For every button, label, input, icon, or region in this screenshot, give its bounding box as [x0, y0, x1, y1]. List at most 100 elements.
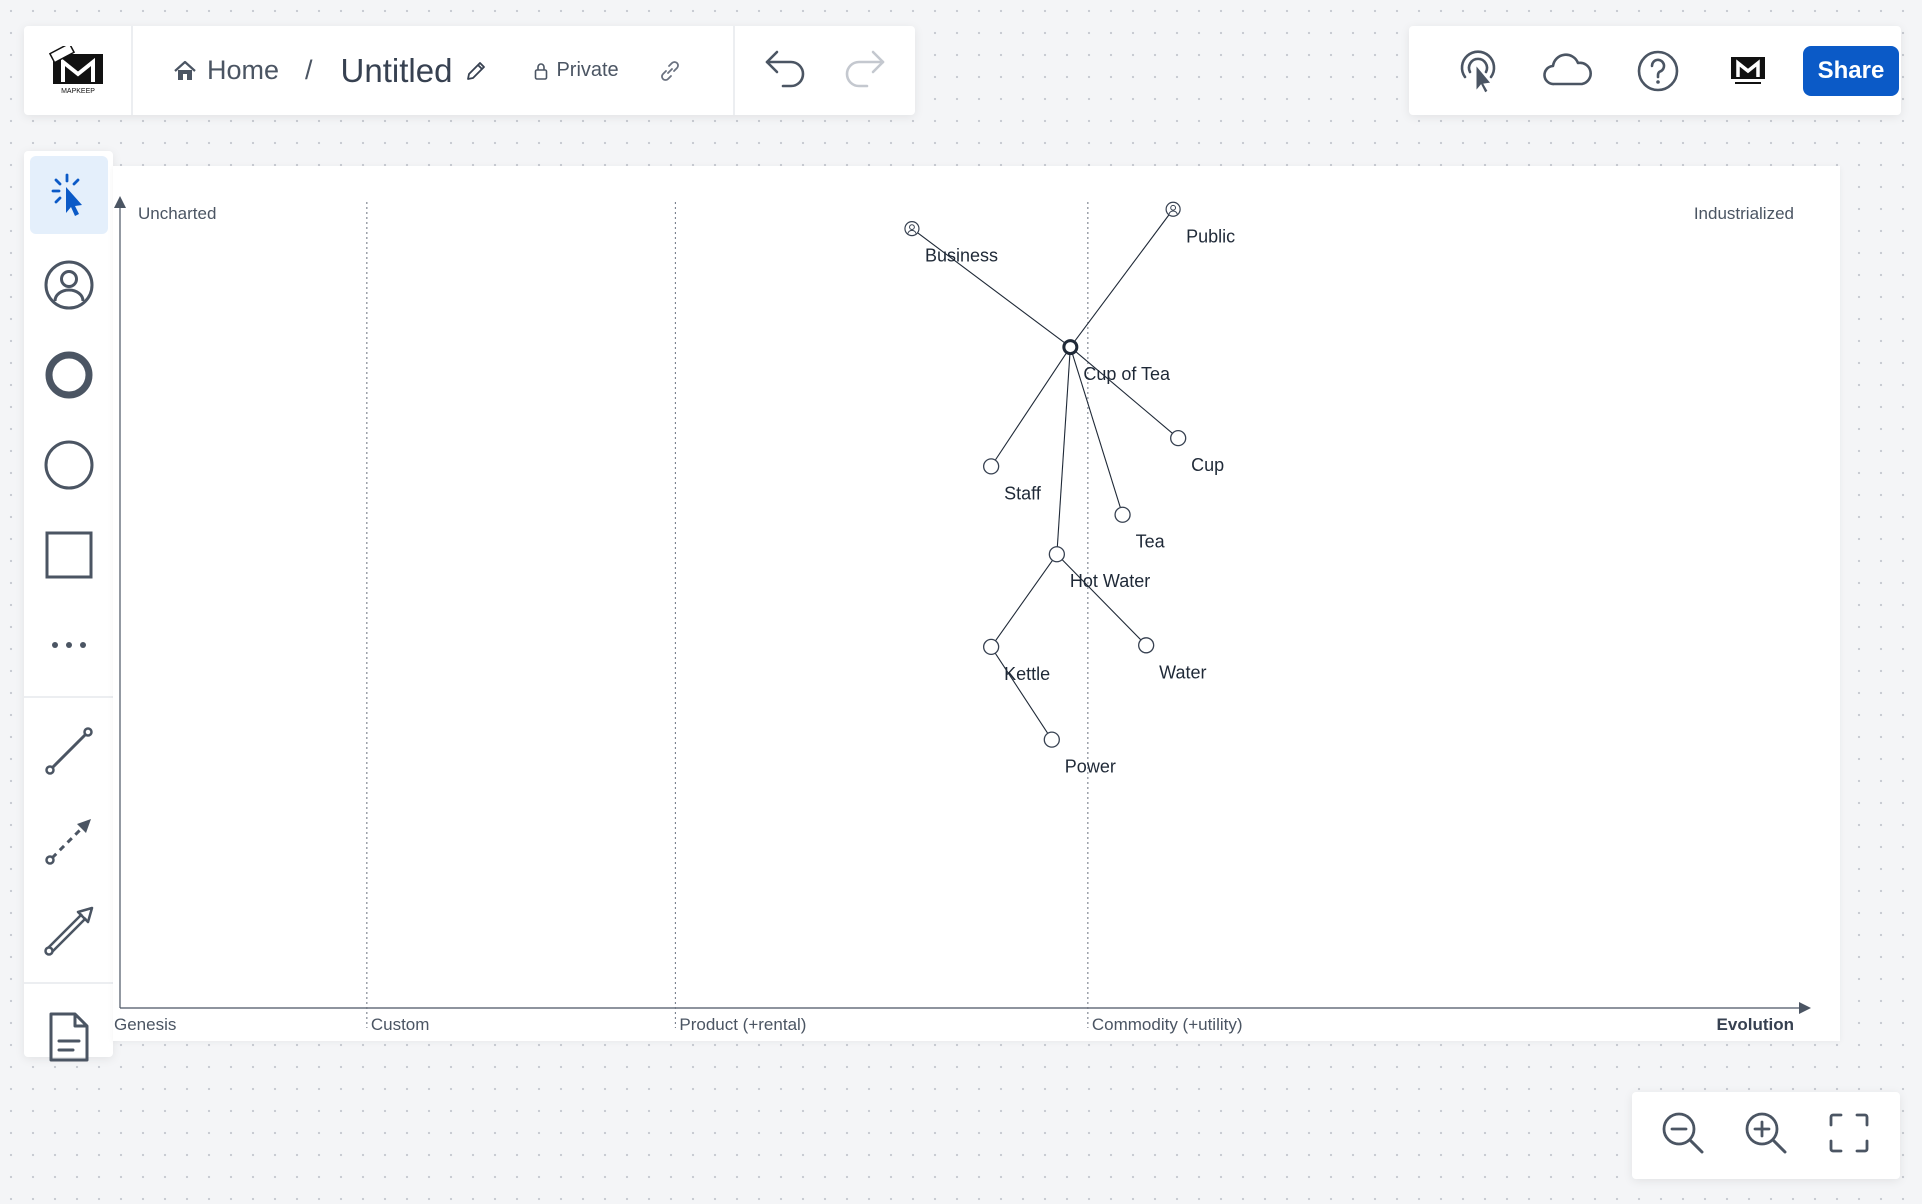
tool-divider [24, 696, 113, 698]
dependency-link [1069, 208, 1174, 348]
component-node [1114, 506, 1131, 523]
component-label: Public [1186, 226, 1235, 246]
stage-label: Custom [371, 1015, 430, 1034]
visibility-toggle[interactable]: Private [534, 59, 619, 82]
map-svg[interactable]: Genesis Custom Product (+rental) Commodity … [113, 166, 1840, 1041]
component-label: Cup of Tea [1083, 364, 1171, 384]
component-label: Business [925, 246, 998, 266]
user-node-icon [1165, 201, 1181, 217]
component-node [1048, 546, 1066, 563]
visibility-label: Private [556, 59, 619, 81]
share-button[interactable]: Share [1803, 45, 1899, 96]
more-dots-icon [51, 642, 86, 648]
top-right-toolbar: Share [1409, 26, 1901, 115]
redo-button[interactable] [841, 46, 887, 95]
link-icon [660, 60, 679, 81]
component-node [1043, 731, 1060, 748]
breadcrumb: Home / Untitled Private [133, 26, 735, 115]
undo-icon [765, 50, 805, 88]
pipeline-tool[interactable] [30, 892, 108, 970]
more-tools-button[interactable] [30, 606, 108, 684]
component-label: Power [1065, 757, 1116, 777]
stage-label: Commodity (+utility) [1092, 1015, 1243, 1034]
home-label: Home [207, 55, 280, 85]
zoom-in-button[interactable] [1744, 1111, 1788, 1160]
help-button[interactable] [1613, 49, 1703, 93]
component-tool[interactable] [30, 426, 108, 504]
lock-icon [535, 62, 548, 80]
thick-circle-icon [45, 351, 92, 399]
dashed-arrow-icon [44, 819, 91, 865]
pointer-select-icon [51, 173, 82, 216]
fullscreen-icon [1829, 1113, 1869, 1153]
dependency-link [1056, 553, 1147, 646]
link-tool[interactable] [30, 712, 108, 790]
zoom-in-icon [1745, 1112, 1787, 1154]
box-tool[interactable] [30, 516, 108, 594]
component-label: Hot Water [1070, 571, 1150, 591]
stage-label: Genesis [114, 1015, 176, 1034]
help-icon [1637, 50, 1679, 91]
component-node [982, 638, 1000, 656]
component-label: Staff [1004, 483, 1042, 503]
signal-cursor-icon [1460, 49, 1496, 94]
square-icon [45, 531, 92, 579]
wardley-map-canvas[interactable]: Genesis Custom Product (+rental) Commodity … [113, 166, 1840, 1041]
redo-icon [845, 50, 885, 88]
user-node-outline [904, 220, 920, 237]
history-controls [735, 26, 915, 115]
stage-label: Product (+rental) [679, 1015, 806, 1034]
evolution-label: Evolution [1717, 1015, 1794, 1034]
mapkeep-account-icon [1731, 56, 1765, 84]
map-title: Untitled [340, 51, 453, 89]
zoom-out-icon [1662, 1112, 1704, 1154]
component-label: Tea [1136, 532, 1166, 552]
line-connector-icon [44, 727, 93, 775]
dependency-link [1056, 347, 1071, 555]
note-tool[interactable] [30, 998, 108, 1076]
svg-text:MAPKEEP: MAPKEEP [61, 88, 95, 95]
top-toolbar: MAPKEEP Home / Untitled Private [24, 26, 915, 115]
undo-button[interactable] [763, 46, 809, 95]
anchor-node [1062, 339, 1079, 356]
presence-button[interactable] [1433, 47, 1523, 95]
zoom-out-button[interactable] [1661, 1111, 1705, 1160]
zoom-controls [1632, 1092, 1900, 1179]
edit-title-button[interactable] [464, 59, 488, 83]
home-link[interactable]: Home [173, 55, 279, 86]
user-circle-icon [44, 260, 93, 310]
cloud-sync-button[interactable] [1523, 51, 1613, 91]
select-tool[interactable] [29, 156, 108, 234]
component-label: Cup [1191, 455, 1224, 475]
component-node [1170, 430, 1187, 447]
pencil-icon [467, 61, 486, 80]
user-node-outline [1165, 201, 1181, 217]
document-icon [49, 1012, 88, 1062]
component-node [1138, 637, 1155, 654]
evolve-tool[interactable] [30, 802, 108, 880]
user-tool[interactable] [30, 246, 108, 324]
cloud-icon [1543, 52, 1592, 85]
dependency-link [1069, 346, 1179, 439]
account-button[interactable] [1703, 55, 1793, 87]
component-label: Water [1159, 662, 1206, 682]
y-axis-bottom-label: Industrialized [1694, 204, 1794, 223]
component-node [982, 458, 1000, 475]
anchor-tool[interactable] [30, 336, 108, 414]
double-arrow-icon [43, 906, 93, 956]
circle-icon [44, 440, 93, 490]
home-icon [174, 60, 196, 80]
app-logo[interactable]: MAPKEEP [24, 26, 133, 115]
dependency-link [990, 646, 1053, 740]
tool-palette [24, 151, 113, 1062]
mapkeep-logo-icon: MAPKEEP [48, 45, 103, 95]
dependency-link [990, 553, 1058, 648]
copy-link-button[interactable] [657, 58, 683, 84]
tool-divider [24, 982, 113, 984]
dependency-link [990, 346, 1071, 467]
component-label: Kettle [1004, 664, 1050, 684]
user-node-icon [904, 220, 920, 237]
y-axis-top-label: Uncharted [138, 204, 216, 223]
breadcrumb-separator: / [305, 55, 313, 85]
fit-screen-button[interactable] [1827, 1111, 1871, 1160]
